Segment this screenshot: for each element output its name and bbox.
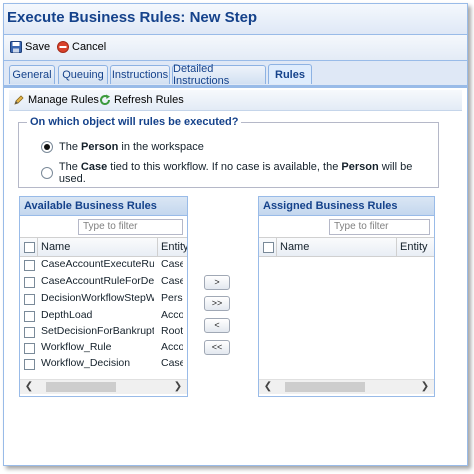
case-radio[interactable] (41, 167, 53, 179)
tab-strip: General Queuing Instructions Detailed In… (4, 61, 467, 88)
move-all-right-button[interactable]: >> (204, 296, 230, 311)
select-all-checkbox[interactable] (24, 242, 35, 253)
title-bar: Execute Business Rules: New Step (4, 4, 467, 35)
dialog-window: Execute Business Rules: New Step Save Ca… (3, 3, 468, 466)
row-checkbox[interactable] (24, 294, 35, 305)
tab-detailed-instructions[interactable]: Detailed Instructions (172, 63, 266, 87)
main-toolbar: Save Cancel (4, 35, 467, 61)
case-option[interactable]: The Case tied to this workflow. If no ca… (41, 161, 438, 185)
scroll-thumb[interactable] (285, 382, 365, 392)
cancel-label: Cancel (72, 41, 107, 53)
available-grid-header: Name Entity (20, 237, 187, 257)
assigned-filter-input[interactable]: Type to filter (329, 219, 430, 235)
assigned-rules-panel: Assigned Business Rules Type to filter N… (258, 196, 435, 397)
save-label: Save (25, 41, 51, 53)
select-all-checkbox[interactable] (263, 242, 274, 253)
scroll-thumb[interactable] (46, 382, 116, 392)
fieldset-legend: On which object will rules be executed? (27, 116, 242, 128)
entity-column-header[interactable]: Entity (158, 238, 187, 256)
row-checkbox[interactable] (24, 343, 35, 354)
table-row[interactable]: DepthLoadAccou (20, 308, 187, 324)
rules-toolbar: Manage Rules Refresh Rules (9, 90, 462, 111)
name-column-header[interactable]: Name (38, 238, 158, 256)
scroll-left-icon[interactable]: ❮ (23, 381, 35, 393)
available-rules-title: Available Business Rules (20, 197, 187, 216)
scroll-right-icon[interactable]: ❯ (419, 381, 431, 393)
assigned-grid-header: Name Entity (259, 237, 434, 257)
row-checkbox[interactable] (24, 311, 35, 322)
move-right-button[interactable]: > (204, 275, 230, 290)
tab-instructions[interactable]: Instructions (110, 65, 170, 84)
table-row[interactable]: DecisionWorkflowStepWit...Perso (20, 291, 187, 307)
horizontal-scrollbar[interactable]: ❮ ❯ (20, 379, 187, 394)
table-row[interactable]: Workflow_DecisionCase. (20, 356, 187, 372)
available-filter-input[interactable]: Type to filter (78, 219, 183, 235)
person-option-text: The Person in the workspace (59, 141, 204, 153)
refresh-rules-label: Refresh Rules (114, 94, 184, 106)
tab-general[interactable]: General (9, 65, 55, 84)
table-row[interactable]: CaseAccountExecuteRule...Case. (20, 257, 187, 273)
tab-queuing[interactable]: Queuing (58, 65, 108, 84)
refresh-rules-button[interactable]: Refresh Rules (99, 92, 184, 108)
name-column-header[interactable]: Name (277, 238, 397, 256)
execution-target-fieldset: On which object will rules be executed? … (18, 116, 439, 188)
scroll-left-icon[interactable]: ❮ (262, 381, 274, 393)
save-button[interactable]: Save (10, 39, 50, 55)
case-option-text: The Case tied to this workflow. If no ca… (58, 161, 413, 185)
scroll-right-icon[interactable]: ❯ (172, 381, 184, 393)
person-option[interactable]: The Person in the workspace (41, 141, 204, 153)
table-row[interactable]: CaseAccountRuleForDeci...Case. (20, 274, 187, 290)
assigned-rules-title: Assigned Business Rules (259, 197, 434, 216)
person-radio[interactable] (41, 141, 53, 153)
move-left-button[interactable]: < (204, 318, 230, 333)
pencil-icon (13, 94, 25, 106)
row-checkbox[interactable] (24, 327, 35, 338)
manage-rules-label: Manage Rules (28, 94, 99, 106)
floppy-disk-icon (10, 41, 22, 53)
row-checkbox[interactable] (24, 277, 35, 288)
horizontal-scrollbar[interactable]: ❮ ❯ (259, 379, 434, 394)
window-title: Execute Business Rules: New Step (7, 9, 258, 26)
row-checkbox[interactable] (24, 359, 35, 370)
cancel-circle-icon (57, 41, 69, 53)
tab-rules[interactable]: Rules (268, 64, 312, 84)
cancel-button[interactable]: Cancel (57, 39, 106, 55)
row-checkbox[interactable] (24, 260, 35, 271)
available-rules-panel: Available Business Rules Type to filter … (19, 196, 188, 397)
entity-column-header[interactable]: Entity (397, 238, 434, 256)
refresh-icon (99, 94, 111, 106)
manage-rules-button[interactable]: Manage Rules (13, 92, 99, 108)
table-row[interactable]: Workflow_RuleAccou (20, 340, 187, 356)
move-all-left-button[interactable]: << (204, 340, 230, 355)
table-row[interactable]: SetDecisionForBankruptcyRoot.I (20, 324, 187, 340)
